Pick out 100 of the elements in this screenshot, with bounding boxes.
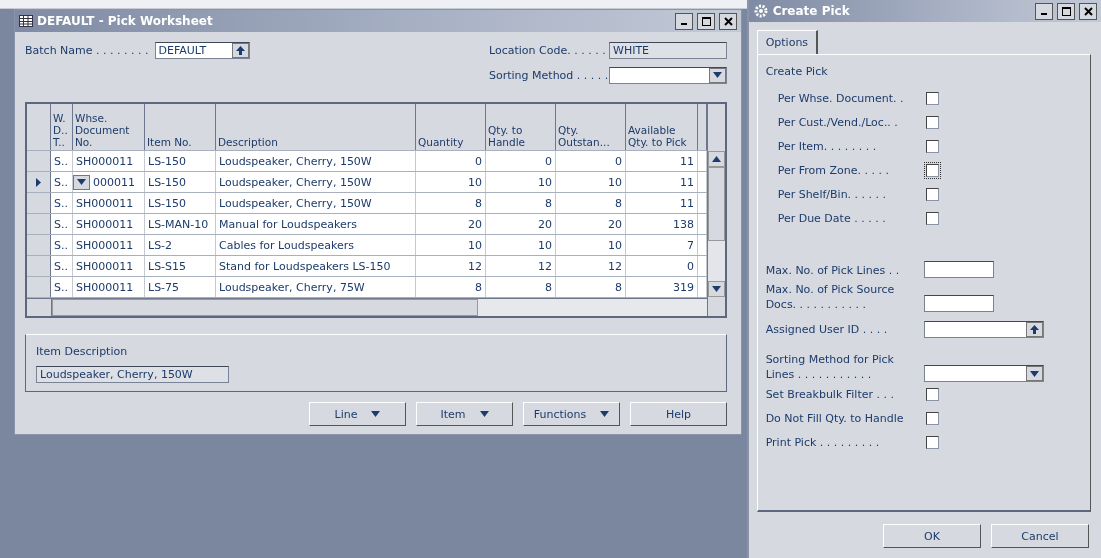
table-cell: Stand for Loudspeakers LS-150 [216,256,416,276]
table-cell: S.. [51,172,73,192]
table-cell: LS-150 [145,172,216,192]
table-cell: 20 [486,214,556,234]
dropdown-button[interactable] [1025,366,1043,381]
table-cell: S.. [51,214,73,234]
checkbox[interactable] [925,91,939,105]
close-button[interactable] [719,12,737,30]
menu-button[interactable]: Item [416,402,513,426]
option-label: Assigned User ID . . . . [765,321,889,337]
lookup-button[interactable] [1025,321,1043,337]
table-cell: 138 [626,214,698,234]
group-label: Create Pick [765,65,829,78]
table-cell [698,151,707,171]
sorting-method-dropdown[interactable] [923,365,1044,382]
close-button[interactable] [1079,2,1097,20]
table-cell: 0 [416,151,486,171]
option-label: Sorting Method for Pick Lines . . . . . . . . . . . [765,352,895,382]
close-icon [1083,6,1093,16]
maximize-icon [701,16,711,26]
column-header[interactable]: Description [216,104,416,150]
table-cell [698,256,707,276]
checkbox[interactable] [925,187,939,201]
option-label: Per From Zone. . . . . [777,162,890,178]
table-cell: 8 [556,277,626,297]
tab[interactable]: Options [756,30,819,54]
table-cell: 0 [486,151,556,171]
panel-label: Item Description [36,345,129,358]
table-cell: 8 [556,193,626,213]
option-label: Per Item. . . . . . . . [777,138,878,154]
table-cell: S.. [51,151,73,171]
table-cell: 10 [486,235,556,255]
caret-icon [600,411,610,417]
ok-button[interactable]: OK [883,524,981,548]
table-cell [698,235,707,255]
table-icon [19,15,33,27]
table-cell: S.. [51,256,73,276]
item-description-field: Loudspeaker, Cherry, 150W [36,366,229,383]
vertical-scrollbar[interactable] [708,151,725,297]
table-cell: 20 [556,214,626,234]
table-cell: S.. [51,277,73,297]
maximize-button[interactable] [697,12,715,30]
input-field[interactable] [923,295,994,312]
checkbox[interactable] [925,387,939,401]
scroll-up-icon [712,156,721,162]
checkbox[interactable] [925,411,939,425]
scroll-down-icon [712,286,721,292]
column-header[interactable]: Item No. [145,104,216,150]
cancel-button[interactable]: Cancel [991,524,1089,548]
field-label: Batch Name . . . . . . . . [25,43,149,57]
dropdown-button[interactable] [73,174,90,190]
option-label: Per Cust./Vend./Loc.. . [777,114,899,130]
table-cell: 10 [416,235,486,255]
table-cell: LS-75 [145,277,216,297]
table-cell: SH000011 [73,256,145,276]
lookup-button[interactable] [231,42,249,58]
table-cell: 12 [556,256,626,276]
table-cell: 11 [626,193,698,213]
checkbox[interactable] [925,139,939,153]
table-cell: 8 [416,277,486,297]
checkbox[interactable] [925,115,939,129]
table-cell: 0 [556,151,626,171]
column-header[interactable]: Available Qty. to Pick [626,104,698,150]
option-label: Per Due Date . . . . . [777,210,887,226]
checkbox[interactable] [925,435,939,449]
table-cell: SH000011 [73,235,145,255]
table-cell: LS-150 [145,193,216,213]
maximize-button[interactable] [1057,2,1075,20]
option-label: Per Whse. Document. . [777,90,905,106]
input-field[interactable] [923,261,994,278]
table-cell: 10 [416,172,486,192]
assigned-user-field[interactable] [923,320,1044,338]
table-cell: Loudspeaker, Cherry, 150W [216,193,416,213]
minimize-button[interactable] [1035,2,1053,20]
column-header[interactable]: Whse. Document No. [73,104,145,150]
caret-icon [371,411,381,417]
minimize-button[interactable] [675,12,693,30]
table-cell: 10 [486,172,556,192]
checkbox[interactable] [925,211,939,225]
table-cell: LS-S15 [145,256,216,276]
batch-name-field[interactable]: DEFAULT [154,41,250,59]
column-header[interactable]: Quantity [416,104,486,150]
sorting-method-dropdown[interactable] [609,66,727,84]
column-header[interactable]: W. D.. T.. [51,104,73,150]
menu-button[interactable]: Line [309,402,406,426]
help-button[interactable]: Help [630,402,727,426]
option-label: Print Pick . . . . . . . . . [765,434,881,450]
option-label: Max. No. of Pick Source Docs. . . . . . . . . . . [765,282,896,312]
table-cell: 7 [626,235,698,255]
column-header[interactable]: Qty. Outstan... [556,104,626,150]
menu-button[interactable]: Functions [523,402,620,426]
option-label: Set Breakbulk Filter . . . [765,386,895,402]
table-cell: LS-2 [145,235,216,255]
column-header[interactable]: Qty. to Handle [486,104,556,150]
window-title: DEFAULT - Pick Worksheet [37,14,214,28]
table-cell: Cables for Loudspeakers [216,235,416,255]
table-cell: SH000011 [73,193,145,213]
table-cell: 11 [626,172,698,192]
dropdown-button[interactable] [709,67,726,83]
horizontal-scrollbar[interactable] [52,299,707,316]
